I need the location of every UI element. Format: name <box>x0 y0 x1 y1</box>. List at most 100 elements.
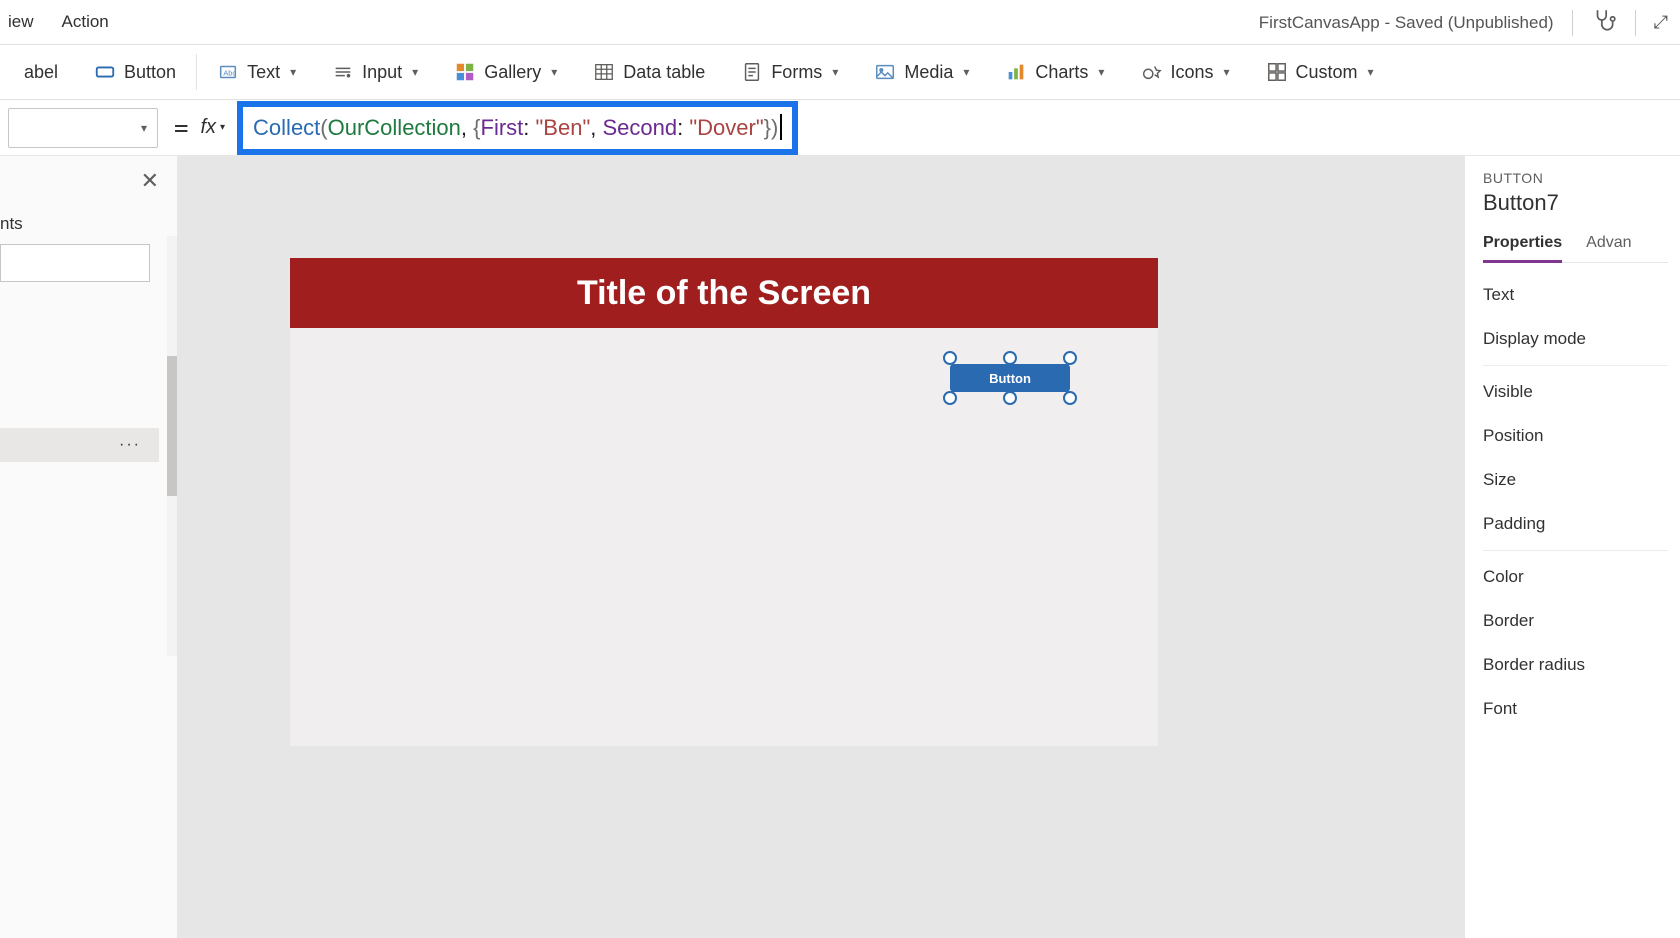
chevron-down-icon: ▾ <box>1098 65 1104 79</box>
resize-handle[interactable] <box>943 391 957 405</box>
menu-view[interactable]: iew <box>8 12 34 32</box>
scrollbar-track[interactable] <box>167 236 177 656</box>
ribbon-button-text: Button <box>124 62 176 83</box>
ribbon-text[interactable]: Abc Text ▾ <box>201 45 312 99</box>
expand-icon[interactable]: ⤢ <box>1654 12 1668 33</box>
ribbon-label[interactable]: abel <box>8 45 74 99</box>
ribbon-datatable-label: Data table <box>623 62 705 83</box>
prop-font[interactable]: Font <box>1483 687 1668 731</box>
ribbon-icons-label: Icons <box>1170 62 1213 83</box>
prop-border-radius[interactable]: Border radius <box>1483 643 1668 687</box>
prop-display-mode[interactable]: Display mode <box>1483 317 1668 361</box>
tree-search-input[interactable] <box>0 244 150 282</box>
text-icon: Abc <box>217 61 239 83</box>
insert-ribbon: abel Button Abc Text ▾ Input ▾ Gallery ▾… <box>0 45 1680 100</box>
screen-title-bar: Title of the Screen <box>290 258 1158 328</box>
gallery-icon <box>454 61 476 83</box>
input-icon <box>332 61 354 83</box>
resize-handle[interactable] <box>1003 351 1017 365</box>
scrollbar-thumb[interactable] <box>167 356 177 496</box>
fx-label: fx <box>200 116 216 139</box>
ribbon-charts[interactable]: Charts ▾ <box>989 45 1120 99</box>
menu-action[interactable]: Action <box>62 12 109 32</box>
divider <box>1483 550 1668 551</box>
ribbon-media[interactable]: Media ▾ <box>858 45 985 99</box>
separator <box>196 54 197 90</box>
ribbon-input-label: Input <box>362 62 402 83</box>
chevron-down-icon: ▾ <box>141 121 147 135</box>
ribbon-forms-label: Forms <box>771 62 822 83</box>
chevron-down-icon: ▾ <box>1223 65 1229 79</box>
properties-panel: BUTTON Button7 Properties Advan Text Dis… <box>1464 156 1680 938</box>
separator <box>1572 10 1573 36</box>
resize-handle[interactable] <box>1063 351 1077 365</box>
ribbon-forms[interactable]: Forms ▾ <box>725 45 854 99</box>
prop-size[interactable]: Size <box>1483 458 1668 502</box>
prop-padding[interactable]: Padding <box>1483 502 1668 546</box>
ribbon-icons[interactable]: Icons ▾ <box>1124 45 1245 99</box>
ribbon-custom-label: Custom <box>1296 62 1358 83</box>
resize-handle[interactable] <box>943 351 957 365</box>
charts-icon <box>1005 61 1027 83</box>
selected-control-frame[interactable]: Button <box>950 358 1070 398</box>
chevron-down-icon: ▾ <box>412 65 418 79</box>
properties-list: Text Display mode Visible Position Size … <box>1483 273 1668 731</box>
icons-icon <box>1140 61 1162 83</box>
ribbon-label-text: abel <box>24 62 58 83</box>
prop-color[interactable]: Color <box>1483 555 1668 599</box>
canvas-area[interactable]: Title of the Screen Button <box>178 156 1464 938</box>
prop-position[interactable]: Position <box>1483 414 1668 458</box>
app-checker-icon[interactable] <box>1591 7 1617 38</box>
datatable-icon <box>593 61 615 83</box>
resize-handle[interactable] <box>1003 391 1017 405</box>
screen-title-text: Title of the Screen <box>577 274 871 313</box>
control-type-label: BUTTON <box>1483 170 1668 186</box>
chevron-down-icon: ▾ <box>220 122 225 133</box>
app-name-label: FirstCanvasApp - Saved (Unpublished) <box>1259 13 1554 33</box>
ribbon-gallery-label: Gallery <box>484 62 541 83</box>
canvas-button-text: Button <box>989 371 1031 386</box>
main-area: ✕ nts ··· Title of the Screen Button <box>0 156 1680 938</box>
formula-bar: ▾ = fx ▾ Collect(OurCollection, {First: … <box>0 100 1680 156</box>
forms-icon <box>741 61 763 83</box>
ribbon-text-label: Text <box>247 62 280 83</box>
formula-input-highlight: Collect(OurCollection, {First: "Ben", Se… <box>237 101 798 155</box>
separator <box>1635 10 1636 36</box>
ribbon-button[interactable]: Button <box>78 45 192 99</box>
more-icon[interactable]: ··· <box>119 436 141 454</box>
equals-label: = <box>174 114 188 142</box>
tab-advanced[interactable]: Advan <box>1586 234 1631 262</box>
ribbon-custom[interactable]: Custom ▾ <box>1250 45 1390 99</box>
top-menu-bar: iew Action FirstCanvasApp - Saved (Unpub… <box>0 0 1680 45</box>
prop-border[interactable]: Border <box>1483 599 1668 643</box>
divider <box>1483 365 1668 366</box>
chevron-down-icon: ▾ <box>963 65 969 79</box>
tree-view-panel: ✕ nts ··· <box>0 156 178 938</box>
prop-text[interactable]: Text <box>1483 273 1668 317</box>
chevron-down-icon: ▾ <box>1368 65 1374 79</box>
control-name-label[interactable]: Button7 <box>1483 190 1668 216</box>
tree-view-tab-label[interactable]: nts <box>0 206 177 244</box>
svg-text:Abc: Abc <box>223 69 236 78</box>
ribbon-charts-label: Charts <box>1035 62 1088 83</box>
button-icon <box>94 61 116 83</box>
ribbon-media-label: Media <box>904 62 953 83</box>
fx-button[interactable]: fx ▾ <box>200 116 225 139</box>
resize-handle[interactable] <box>1063 391 1077 405</box>
chevron-down-icon: ▾ <box>551 65 557 79</box>
property-selector[interactable]: ▾ <box>8 108 158 148</box>
prop-visible[interactable]: Visible <box>1483 370 1668 414</box>
tab-properties[interactable]: Properties <box>1483 234 1562 263</box>
ribbon-gallery[interactable]: Gallery ▾ <box>438 45 573 99</box>
app-screen[interactable]: Title of the Screen Button <box>290 258 1158 746</box>
media-icon <box>874 61 896 83</box>
formula-input[interactable]: Collect(OurCollection, {First: "Ben", Se… <box>253 114 782 142</box>
text-caret <box>780 114 782 140</box>
close-icon[interactable]: ✕ <box>141 168 159 194</box>
chevron-down-icon: ▾ <box>832 65 838 79</box>
tree-item-selected[interactable]: ··· <box>0 428 159 462</box>
ribbon-input[interactable]: Input ▾ <box>316 45 434 99</box>
chevron-down-icon: ▾ <box>290 65 296 79</box>
ribbon-datatable[interactable]: Data table <box>577 45 721 99</box>
canvas-button-control[interactable]: Button <box>950 364 1070 392</box>
